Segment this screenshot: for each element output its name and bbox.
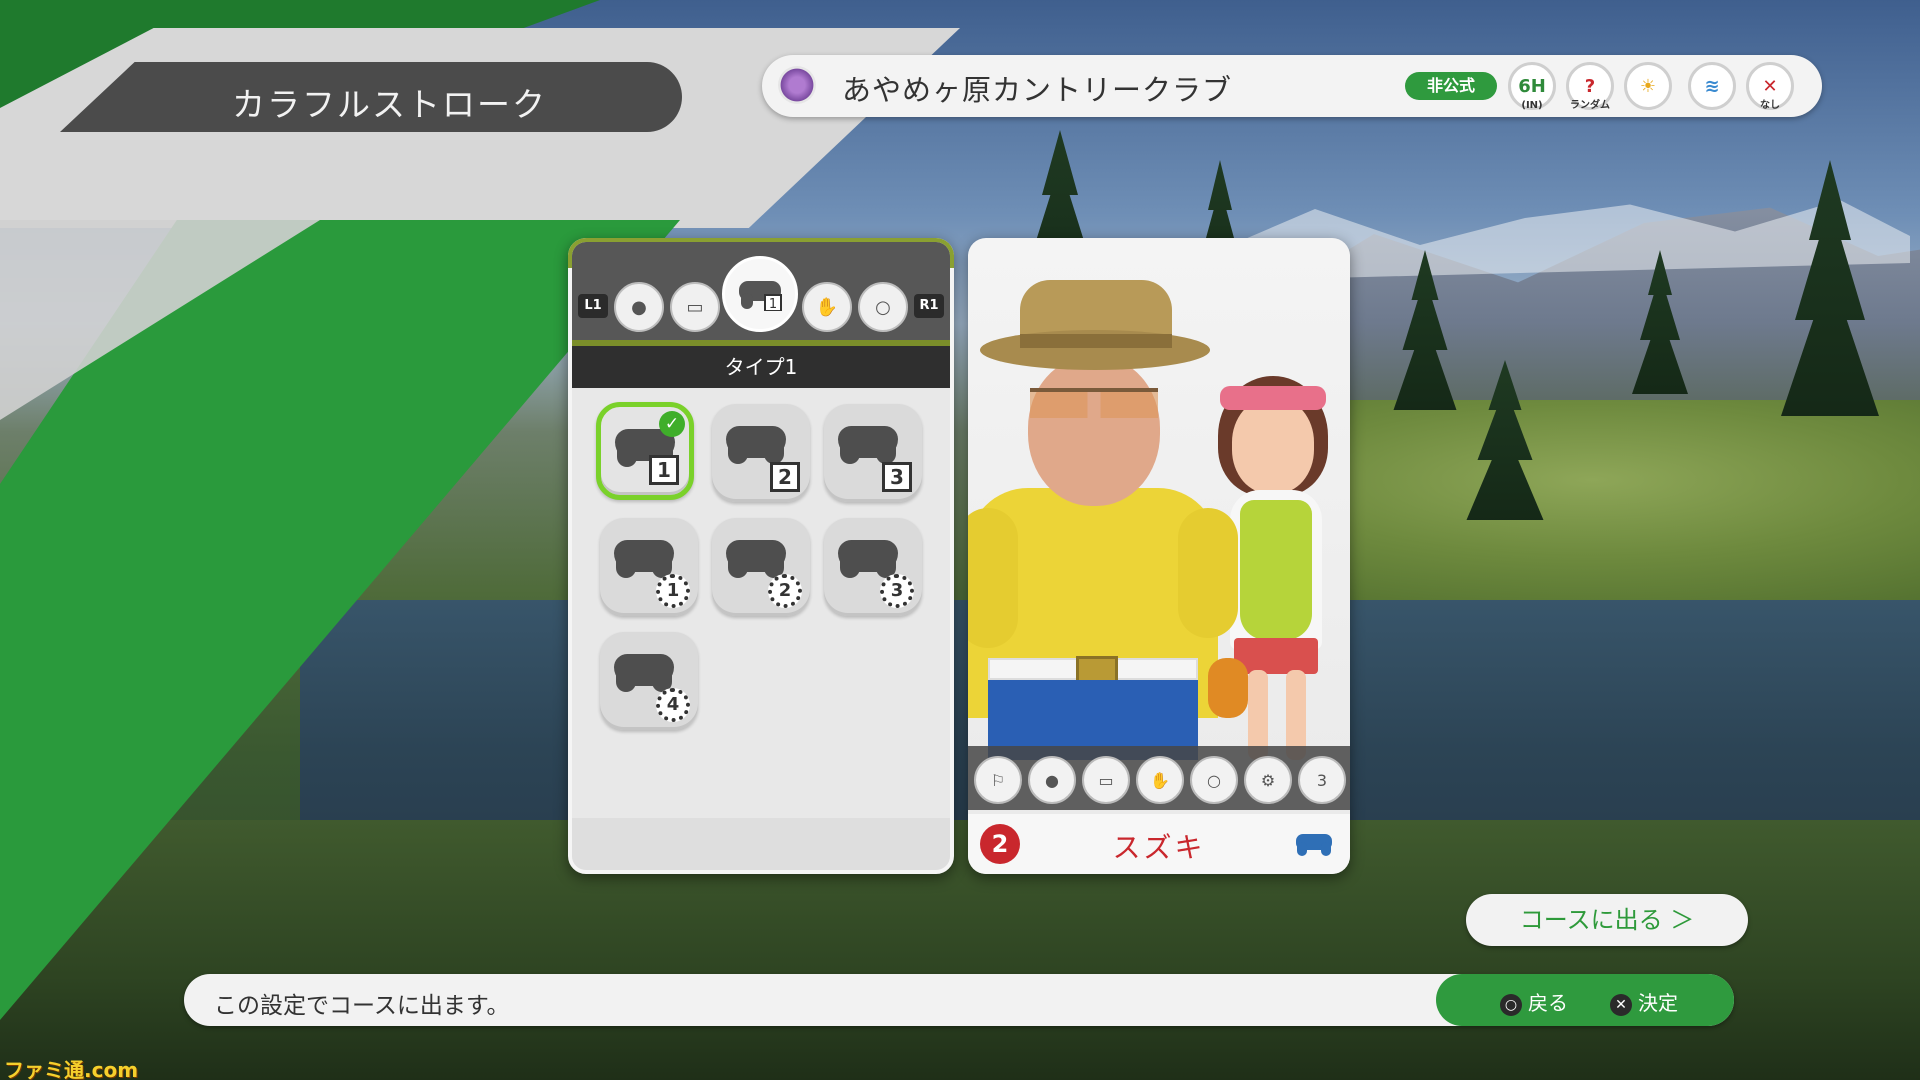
panel-highlight-border — [568, 238, 954, 268]
controller-type-3-icon: 3 — [1298, 756, 1346, 804]
holes-label: 6H — [1518, 75, 1546, 97]
ball-icon: ● — [1028, 756, 1076, 804]
gear-icon: ⚙ — [1244, 756, 1292, 804]
controller-icon — [726, 536, 786, 578]
message-text: この設定でコースに出ます。 — [214, 993, 510, 1019]
mode-title: カラフルストローク — [232, 85, 547, 124]
confirm-label: 決定 — [1638, 991, 1678, 1015]
iris-flower-icon — [778, 66, 816, 104]
character-card: ⚐ ● ▭ ✋ ○ ⚙ 3 2 スズキ — [968, 238, 1350, 874]
back-prompt[interactable]: ○ 戻る — [1500, 987, 1568, 1016]
controller-icon — [838, 536, 898, 578]
character-name-bar: 2 スズキ — [968, 814, 1350, 874]
panel-footer — [572, 818, 950, 870]
controller-icon — [614, 650, 674, 692]
type-gear-2-option[interactable]: 2 — [712, 518, 810, 616]
controller-icon — [1296, 834, 1332, 856]
holes-6h-icon[interactable]: 6H (IN) — [1508, 62, 1556, 111]
weather-sun-icon[interactable]: ☀ — [1624, 62, 1672, 110]
random-question-icon[interactable]: ? ランダム — [1566, 62, 1614, 111]
controller-settings-panel: L1 ● ▭ 1 ✋ ○ R1 タイプ1 1 ✓ 2 3 1 2 3 4 — [568, 238, 954, 874]
type-number: 3 — [882, 462, 912, 492]
glove-icon[interactable]: ✋ — [802, 282, 852, 332]
wind-icon[interactable]: ≋ — [1688, 62, 1736, 110]
random-sub-label: ランダム — [1570, 100, 1610, 111]
circle-button-icon: ○ — [1500, 994, 1522, 1016]
type-number: 2 — [770, 462, 800, 492]
confirm-prompt[interactable]: ✕ 決定 — [1610, 987, 1678, 1016]
watermark-logo: ファミ通.com — [4, 1058, 139, 1080]
close-x-icon[interactable]: ✕ なし — [1746, 62, 1794, 111]
tee-icon[interactable]: ▭ — [670, 282, 720, 332]
type-number: 4 — [656, 688, 690, 722]
type-square-2-option[interactable]: 2 — [712, 404, 810, 502]
equip-type-number: 3 — [1316, 770, 1328, 790]
controller-glyph: 1 — [739, 281, 782, 311]
cross-button-icon: ✕ — [1610, 994, 1632, 1016]
type-number: 2 — [768, 574, 802, 608]
ball-icon[interactable]: ● — [614, 282, 664, 332]
weather-label: ☀ — [1639, 75, 1657, 97]
r1-button[interactable]: R1 — [914, 294, 944, 318]
random-label: ? — [1584, 75, 1596, 97]
wind-label: ≋ — [1704, 75, 1720, 97]
selected-type-label: タイプ1 — [572, 346, 950, 388]
speech-bubble-icon: ○ — [1190, 756, 1238, 804]
glove-icon: ✋ — [1136, 756, 1184, 804]
unofficial-badge: 非公式 — [1405, 72, 1497, 100]
check-icon: ✓ — [659, 411, 685, 437]
button-prompt-bar — [1436, 974, 1734, 1026]
tee-icon: ▭ — [1082, 756, 1130, 804]
controller-icon — [614, 536, 674, 578]
type-gear-3-option[interactable]: 3 — [824, 518, 922, 616]
type-gear-4-option[interactable]: 4 — [600, 632, 698, 730]
svg-text:1: 1 — [769, 297, 777, 311]
foreground-grass — [0, 820, 1920, 1080]
type-square-1-option[interactable]: 1 ✓ — [596, 402, 694, 500]
type-square-3-option[interactable]: 3 — [824, 404, 922, 502]
character-name: スズキ — [1112, 831, 1206, 864]
speech-bubble-icon[interactable]: ○ — [858, 282, 908, 332]
go-to-course-button[interactable]: コースに出る ＞ — [1466, 894, 1748, 946]
type-gear-1-option[interactable]: 1 — [600, 518, 698, 616]
back-label: 戻る — [1528, 991, 1568, 1015]
type-number: 1 — [656, 574, 690, 608]
controller-icon — [726, 422, 786, 464]
equipment-row: ⚐ ● ▭ ✋ ○ ⚙ 3 — [968, 746, 1350, 810]
controller-icon — [838, 422, 898, 464]
club-icon: ⚐ — [974, 756, 1022, 804]
type-number: 3 — [880, 574, 914, 608]
close-label: ✕ — [1762, 75, 1778, 97]
holes-sub-label: (IN) — [1521, 100, 1543, 111]
course-name: あやめヶ原カントリークラブ — [842, 73, 1233, 107]
l1-button[interactable]: L1 — [578, 294, 608, 318]
type-number: 1 — [649, 455, 679, 485]
close-sub-label: なし — [1760, 100, 1780, 111]
